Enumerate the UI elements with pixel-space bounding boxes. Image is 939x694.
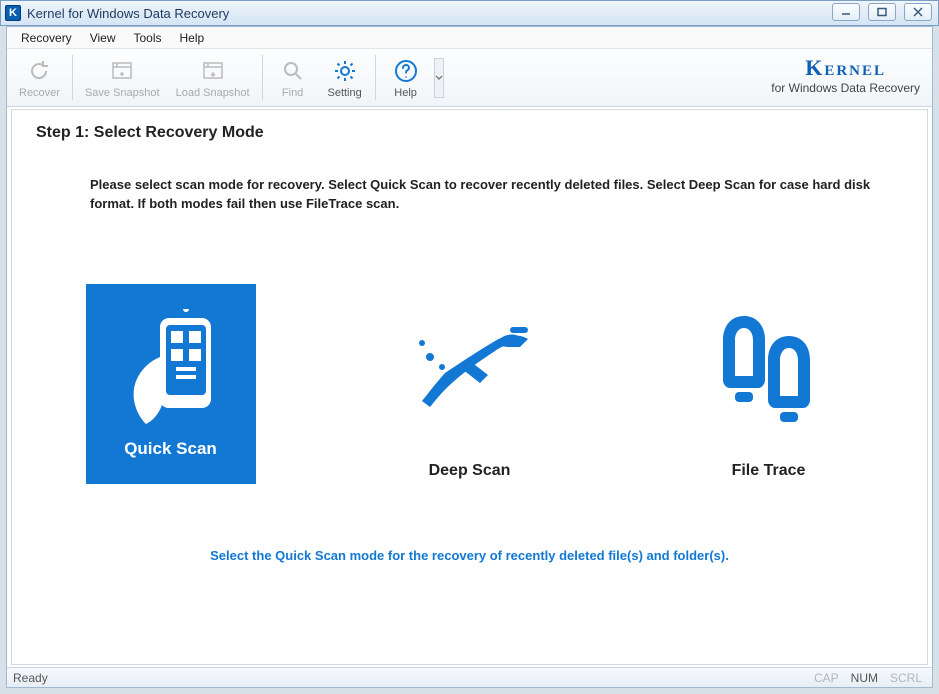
load-snapshot-label: Load Snapshot <box>176 87 250 99</box>
mode-deep-scan[interactable]: Deep Scan <box>380 288 560 480</box>
file-trace-label: File Trace <box>732 462 806 480</box>
save-snapshot-button: Save Snapshot <box>77 49 168 106</box>
save-snapshot-label: Save Snapshot <box>85 87 160 99</box>
mode-quick-scan[interactable]: Quick Scan <box>81 284 261 484</box>
find-icon <box>279 57 307 85</box>
file-trace-tile <box>684 288 854 448</box>
deep-scan-label: Deep Scan <box>429 462 511 480</box>
menu-view[interactable]: View <box>82 29 124 47</box>
window-title: Kernel for Windows Data Recovery <box>27 6 229 21</box>
quick-scan-tile: Quick Scan <box>86 284 256 484</box>
setting-button[interactable]: Setting <box>319 49 371 106</box>
recover-label: Recover <box>19 87 60 99</box>
toolbar: Recover Save Snapshot Load Snapshot <box>7 49 932 107</box>
recover-button: Recover <box>11 49 68 106</box>
brand-name: Kernel <box>771 55 920 81</box>
help-button[interactable]: Help <box>380 49 432 106</box>
step-title: Step 1: Select Recovery Mode <box>36 124 903 142</box>
window-controls <box>832 3 932 21</box>
deep-scan-tile <box>385 288 555 448</box>
find-label: Find <box>282 87 303 99</box>
app-frame: Recovery View Tools Help Recover Save Sn… <box>6 26 933 688</box>
deep-scan-icon <box>400 313 540 423</box>
status-indicators: CAP NUM SCRL <box>814 671 922 685</box>
status-text: Ready <box>13 671 48 685</box>
toolbar-separator <box>262 55 263 100</box>
scroll-lock-indicator: SCRL <box>890 671 922 685</box>
toolbar-separator <box>375 55 376 100</box>
brand-block: Kernel for Windows Data Recovery <box>771 55 920 95</box>
find-button: Find <box>267 49 319 106</box>
instructions-text: Please select scan mode for recovery. Se… <box>90 176 903 214</box>
toolbar-separator <box>72 55 73 100</box>
recovery-modes: Quick Scan Deep Scan <box>36 284 903 484</box>
minimize-button[interactable] <box>832 3 860 21</box>
mode-hint-text: Select the Quick Scan mode for the recov… <box>36 548 903 563</box>
menu-recovery[interactable]: Recovery <box>13 29 80 47</box>
close-button[interactable] <box>904 3 932 21</box>
caps-lock-indicator: CAP <box>814 671 839 685</box>
brand-tagline: for Windows Data Recovery <box>771 81 920 95</box>
quick-scan-label: Quick Scan <box>124 439 217 459</box>
setting-label: Setting <box>327 87 361 99</box>
toolbar-overflow-button[interactable] <box>434 58 444 98</box>
app-icon: K <box>5 5 21 21</box>
quick-scan-icon <box>116 309 226 429</box>
load-snapshot-button: Load Snapshot <box>168 49 258 106</box>
menu-help[interactable]: Help <box>172 29 213 47</box>
menu-tools[interactable]: Tools <box>125 29 169 47</box>
load-snapshot-icon <box>199 57 227 85</box>
num-lock-indicator: NUM <box>851 671 878 685</box>
menu-bar: Recovery View Tools Help <box>7 27 932 49</box>
help-label: Help <box>394 87 417 99</box>
file-trace-icon <box>709 308 829 428</box>
title-bar: K Kernel for Windows Data Recovery <box>0 0 939 26</box>
status-bar: Ready CAP NUM SCRL <box>7 667 932 687</box>
mode-file-trace[interactable]: File Trace <box>679 288 859 480</box>
gear-icon <box>331 57 359 85</box>
save-snapshot-icon <box>108 57 136 85</box>
maximize-button[interactable] <box>868 3 896 21</box>
recover-icon <box>25 57 53 85</box>
help-icon <box>392 57 420 85</box>
wizard-content: Step 1: Select Recovery Mode Please sele… <box>11 109 928 665</box>
